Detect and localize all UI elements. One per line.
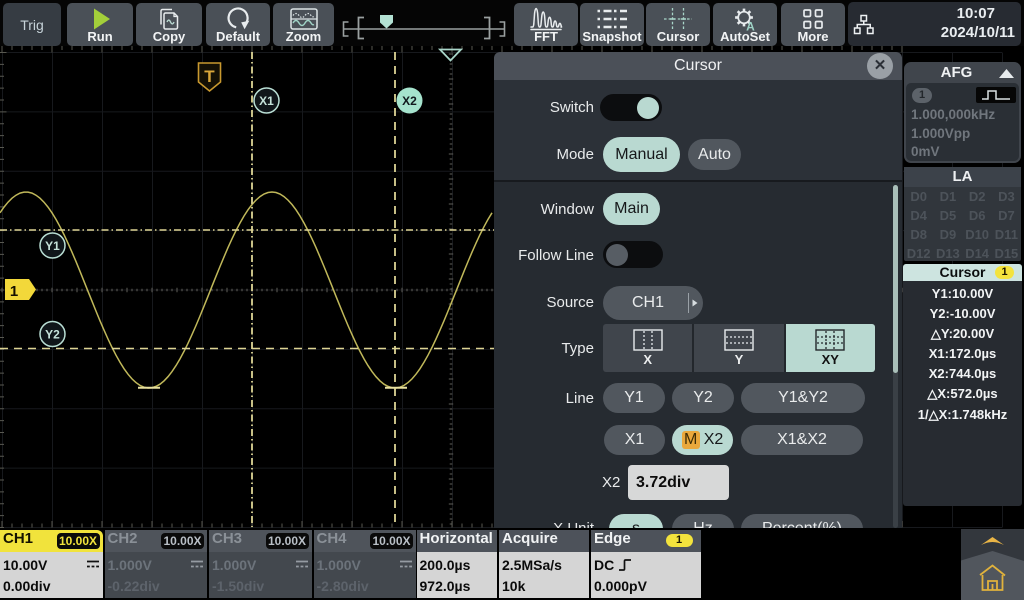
- svg-text:T: T: [204, 67, 215, 86]
- svg-text:X1: X1: [259, 94, 274, 108]
- svg-text:X2: X2: [402, 94, 417, 108]
- svg-text:Y2: Y2: [45, 328, 60, 342]
- svg-text:Y1: Y1: [45, 239, 60, 253]
- svg-text:1: 1: [10, 283, 18, 300]
